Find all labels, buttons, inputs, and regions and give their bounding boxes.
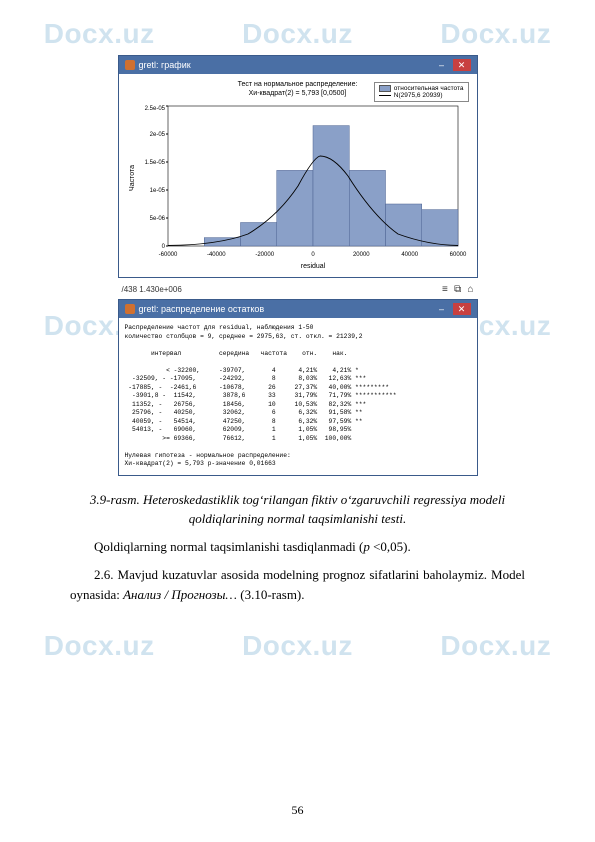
para2-tail: (3.10-rasm). [237,587,305,602]
watermark: Docx.uz [242,630,353,662]
svg-text:1.5e-05: 1.5e-05 [144,160,165,166]
svg-text:-20000: -20000 [255,252,274,258]
watermark: Docx.uz [242,18,353,50]
paragraph-2: 2.6. Mavjud kuzatuvlar asosida modelning… [70,565,525,605]
chart-window: gretl: график – ✕ Тест на нормальное рас… [118,55,478,278]
chart-titlebar: gretl: график – ✕ [119,56,477,74]
watermark-row: Docx.uz Docx.uz Docx.uz [0,630,595,662]
chart-legend: относительная частота N(2975,6 20939) [374,82,469,102]
svg-text:-40000: -40000 [206,252,225,258]
app-icon [125,304,135,314]
para1-text: Qoldiqlarning normal taqsimlanishi tasdi… [94,539,363,554]
home-icon[interactable]: ⌂ [467,284,473,295]
watermark: Docx.uz [44,18,155,50]
para2-menu: Анализ / Прогнозы… [123,587,237,602]
histogram-chart: 0 5e-06 1e-05 1.5e-05 2e-05 2.5e-05 -600… [123,98,473,273]
residuals-output: Распределение частот для residual, наблю… [119,318,477,475]
paragraph-1: Qoldiqlarning normal taqsimlanishi tasdi… [70,537,525,557]
hamburger-icon[interactable]: ≡ [442,284,448,295]
app-icon [125,60,135,70]
page-number: 56 [0,803,595,818]
toolbar-icons: ≡ ⧉ ⌂ [438,284,474,295]
svg-text:60000: 60000 [449,252,466,258]
legend-hist: относительная частота [394,85,464,92]
svg-text:0: 0 [311,252,315,258]
watermark: Docx.uz [44,630,155,662]
legend-curve: N(2975,6 20939) [394,92,443,99]
svg-text:2.5e-05: 2.5e-05 [144,106,165,112]
legend-swatch-icon [379,85,391,92]
watermark: Docx.uz [440,18,551,50]
minimize-button[interactable]: – [433,59,451,71]
residuals-titlebar: gretl: распределение остатков – ✕ [119,300,477,318]
minimize-button[interactable]: – [433,303,451,315]
legend-line-icon [379,95,391,96]
residuals-window-title: gretl: распределение остатков [139,304,265,314]
watermark-row: Docx.uz Docx.uz Docx.uz [0,18,595,50]
svg-text:-60000: -60000 [158,252,177,258]
page-content: gretl: график – ✕ Тест на нормальное рас… [70,55,525,605]
svg-text:1e-05: 1e-05 [149,188,165,194]
svg-text:40000: 40000 [401,252,418,258]
copy-icon[interactable]: ⧉ [454,284,461,295]
svg-text:0: 0 [161,244,165,250]
close-button[interactable]: ✕ [453,59,471,71]
y-axis-label: Частота [129,165,136,191]
caption-line2: qoldiqlarining normal taqsimlanishi test… [189,511,406,526]
x-axis-label: residual [300,263,325,270]
toolbar-path: /438 1.430e+006 [122,285,182,294]
watermark: Docx.uz [440,630,551,662]
residuals-window: gretl: распределение остатков – ✕ Распре… [118,299,478,476]
svg-text:2e-05: 2e-05 [149,132,165,138]
svg-text:5e-06: 5e-06 [149,216,165,222]
caption-line1: 3.9-rasm. Heteroskedastiklik togʻrilanga… [90,492,505,507]
figure-caption: 3.9-rasm. Heteroskedastiklik togʻrilanga… [70,490,525,529]
close-button[interactable]: ✕ [453,303,471,315]
svg-text:20000: 20000 [352,252,369,258]
toolbar-strip: /438 1.430e+006 ≡ ⧉ ⌂ [118,282,478,297]
chart-window-title: gretl: график [139,60,191,70]
para1-tail: <0,05). [370,539,411,554]
chart-body: Тест на нормальное распределение: Хи-ква… [119,74,477,277]
